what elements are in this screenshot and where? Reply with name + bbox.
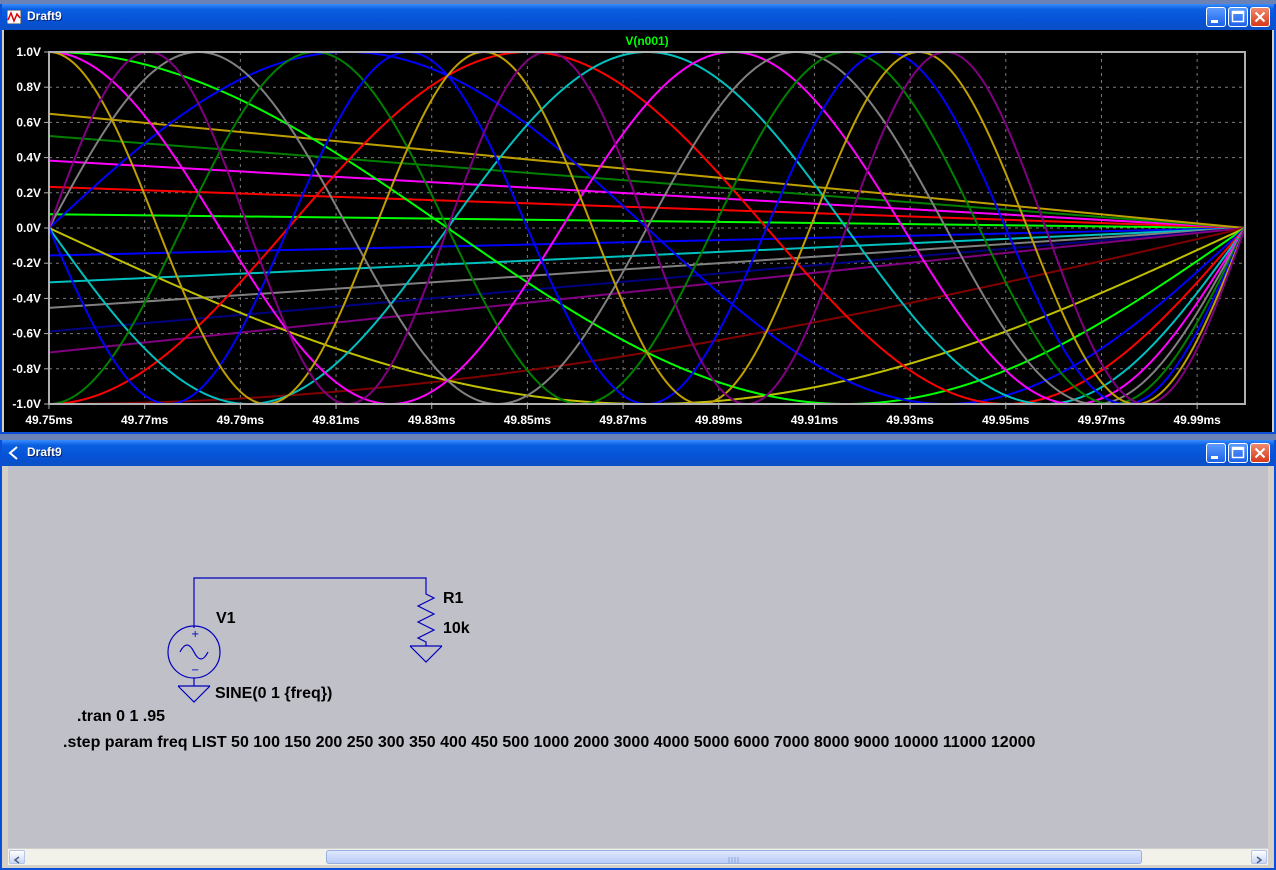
tran-directive[interactable]: .tran 0 1 .95 — [77, 708, 165, 726]
x-tick-label: 49.83ms — [408, 413, 456, 427]
x-tick-label: 49.99ms — [1173, 413, 1221, 427]
y-tick-label: -0.4V — [12, 291, 41, 305]
x-tick-label: 49.95ms — [982, 413, 1030, 427]
y-tick-label: -0.8V — [12, 362, 41, 376]
close-icon — [1254, 11, 1266, 23]
x-tick-label: 49.93ms — [886, 413, 934, 427]
step-directive[interactable]: .step param freq LIST 50 100 150 200 250… — [63, 734, 1035, 752]
y-tick-label: 1.0V — [16, 45, 41, 59]
x-tick-label: 49.97ms — [1078, 413, 1126, 427]
schematic-close-button[interactable] — [1250, 443, 1270, 463]
x-tick-label: 49.77ms — [121, 413, 169, 427]
y-tick-label: -1.0V — [12, 397, 41, 411]
x-tick-label: 49.81ms — [312, 413, 360, 427]
x-tick-label: 49.79ms — [217, 413, 265, 427]
waveform-window-title: Draft9 — [27, 9, 62, 23]
minimize-icon — [1211, 20, 1218, 23]
x-tick-label: 49.87ms — [599, 413, 647, 427]
schematic-canvas[interactable]: + − V1 SINE(0 1 {freq}) R1 10k .tran 0 1… — [8, 466, 1268, 848]
minimize-icon — [1211, 456, 1218, 459]
waveform-window[interactable]: Draft9 49.75ms 49.77ms 49.79ms 49.81ms 49.83… — [0, 4, 1276, 434]
scroll-left-button[interactable] — [9, 850, 25, 864]
y-tick-label: -0.2V — [12, 256, 41, 270]
svg-text:+: + — [191, 629, 199, 640]
schematic-maximize-button[interactable] — [1228, 443, 1248, 463]
v1-name-label[interactable]: V1 — [216, 610, 236, 628]
maximize-icon — [1231, 446, 1245, 459]
waveform-minimize-button[interactable] — [1206, 7, 1226, 27]
schematic-app-icon — [8, 446, 18, 460]
r1-value-label[interactable]: 10k — [443, 620, 470, 638]
scrollbar-thumb[interactable] — [326, 850, 1142, 864]
trace-200[interactable] — [48, 227, 1246, 284]
x-tick-label: 49.85ms — [504, 413, 552, 427]
x-tick-label: 49.91ms — [791, 413, 839, 427]
svg-text:−: − — [191, 665, 199, 676]
waveform-close-button[interactable] — [1250, 7, 1270, 27]
v1-voltage-source[interactable]: + − — [167, 625, 221, 686]
maximize-icon — [1231, 10, 1245, 23]
waveform-plot-pane[interactable]: 49.75ms 49.77ms 49.79ms 49.81ms 49.83ms 49.85… — [4, 30, 1272, 432]
waveform-chart[interactable]: 49.75ms 49.77ms 49.79ms 49.81ms 49.83ms 49.85… — [4, 30, 1272, 432]
horizontal-scrollbar[interactable] — [8, 848, 1268, 865]
y-tick-label: 0.2V — [16, 186, 41, 200]
x-tick-label: 49.89ms — [695, 413, 743, 427]
r1-name-label[interactable]: R1 — [443, 590, 463, 608]
grip-icon — [728, 857, 739, 863]
waveform-app-icon — [7, 10, 21, 24]
trace-350[interactable] — [48, 135, 1246, 229]
schematic-window-titlebar[interactable]: Draft9 — [2, 440, 1274, 466]
waveform-window-titlebar[interactable]: Draft9 — [2, 4, 1274, 30]
v1-value-label[interactable]: SINE(0 1 {freq}) — [215, 685, 332, 703]
x-tick-label: 49.75ms — [25, 413, 73, 427]
y-tick-label: -0.6V — [12, 327, 41, 341]
waveform-maximize-button[interactable] — [1228, 7, 1248, 27]
y-tick-label: 0.4V — [16, 151, 41, 165]
chart-tick-labels: 49.75ms 49.77ms 49.79ms 49.81ms 49.83ms 49.85… — [12, 45, 1221, 427]
trace-label[interactable]: V(n001) — [625, 34, 668, 48]
y-tick-label: 0.0V — [16, 221, 41, 235]
close-icon — [1254, 447, 1266, 459]
schematic-drawing: + − — [167, 577, 443, 703]
r1-resistor[interactable] — [416, 588, 436, 646]
schematic-minimize-button[interactable] — [1206, 443, 1226, 463]
y-tick-label: 0.6V — [16, 115, 41, 129]
ground-symbol-v1[interactable] — [177, 685, 211, 703]
ground-symbol-r1[interactable] — [409, 645, 443, 663]
scroll-right-button[interactable] — [1251, 850, 1267, 864]
schematic-window[interactable]: Draft9 + − V1 SINE(0 1 {freq}) R1 10k .t… — [0, 440, 1276, 870]
arrow-right-icon — [1256, 856, 1263, 864]
y-tick-label: 0.8V — [16, 80, 41, 94]
arrow-left-icon — [13, 856, 20, 864]
schematic-window-title: Draft9 — [27, 445, 62, 459]
